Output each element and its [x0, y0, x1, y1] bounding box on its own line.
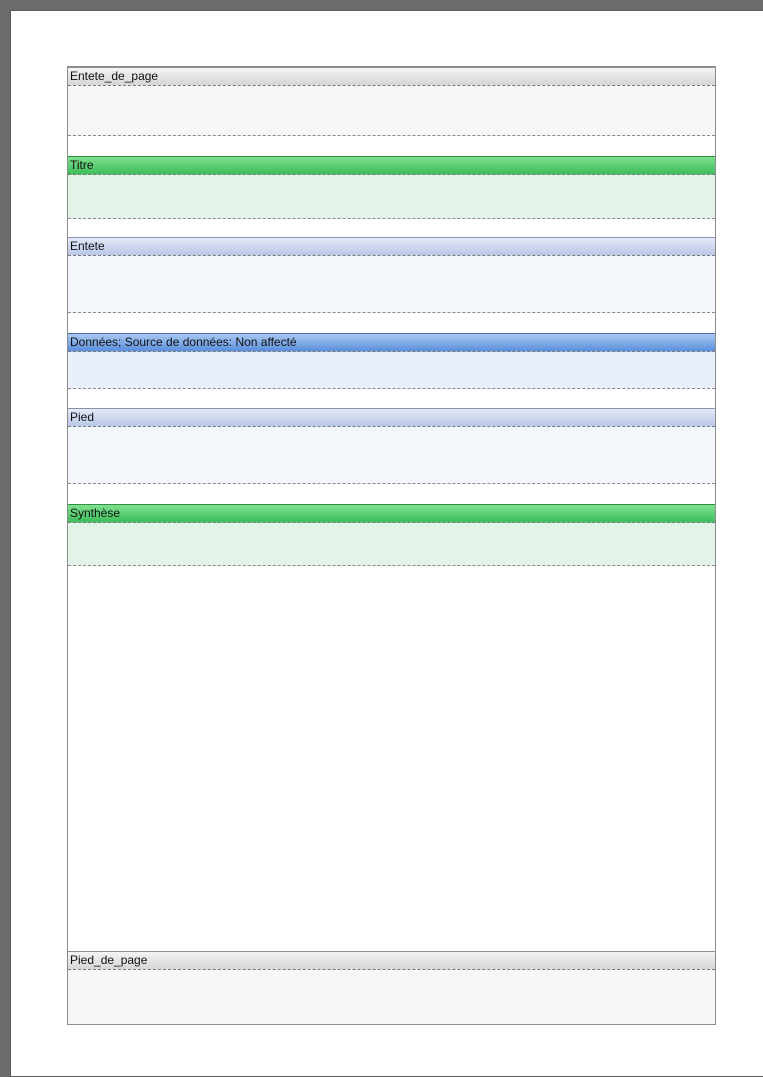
band-header-footer[interactable]: Pied	[68, 408, 715, 427]
band-header-page-footer[interactable]: Pied_de_page	[68, 951, 715, 970]
designer-canvas: Entete_de_page Titre Entete Données; Sou…	[0, 0, 763, 1077]
band-body-summary[interactable]	[68, 523, 715, 566]
band-header-page-header[interactable]: Entete_de_page	[68, 67, 715, 86]
band-body-footer[interactable]	[68, 427, 715, 484]
band-header-title[interactable]: Titre	[68, 156, 715, 175]
band-body-page-header[interactable]	[68, 86, 715, 136]
band-header-header[interactable]: Entete	[68, 237, 715, 256]
band-body-header[interactable]	[68, 256, 715, 313]
band-header-data[interactable]: Données; Source de données: Non affecté	[68, 333, 715, 352]
band-body-data[interactable]	[68, 352, 715, 389]
band-header-summary[interactable]: Synthèse	[68, 504, 715, 523]
band-body-title[interactable]	[68, 175, 715, 219]
band-body-page-footer[interactable]	[68, 970, 715, 1024]
report-layout: Entete_de_page Titre Entete Données; Sou…	[67, 66, 716, 1025]
report-page: Entete_de_page Titre Entete Données; Sou…	[10, 10, 763, 1077]
